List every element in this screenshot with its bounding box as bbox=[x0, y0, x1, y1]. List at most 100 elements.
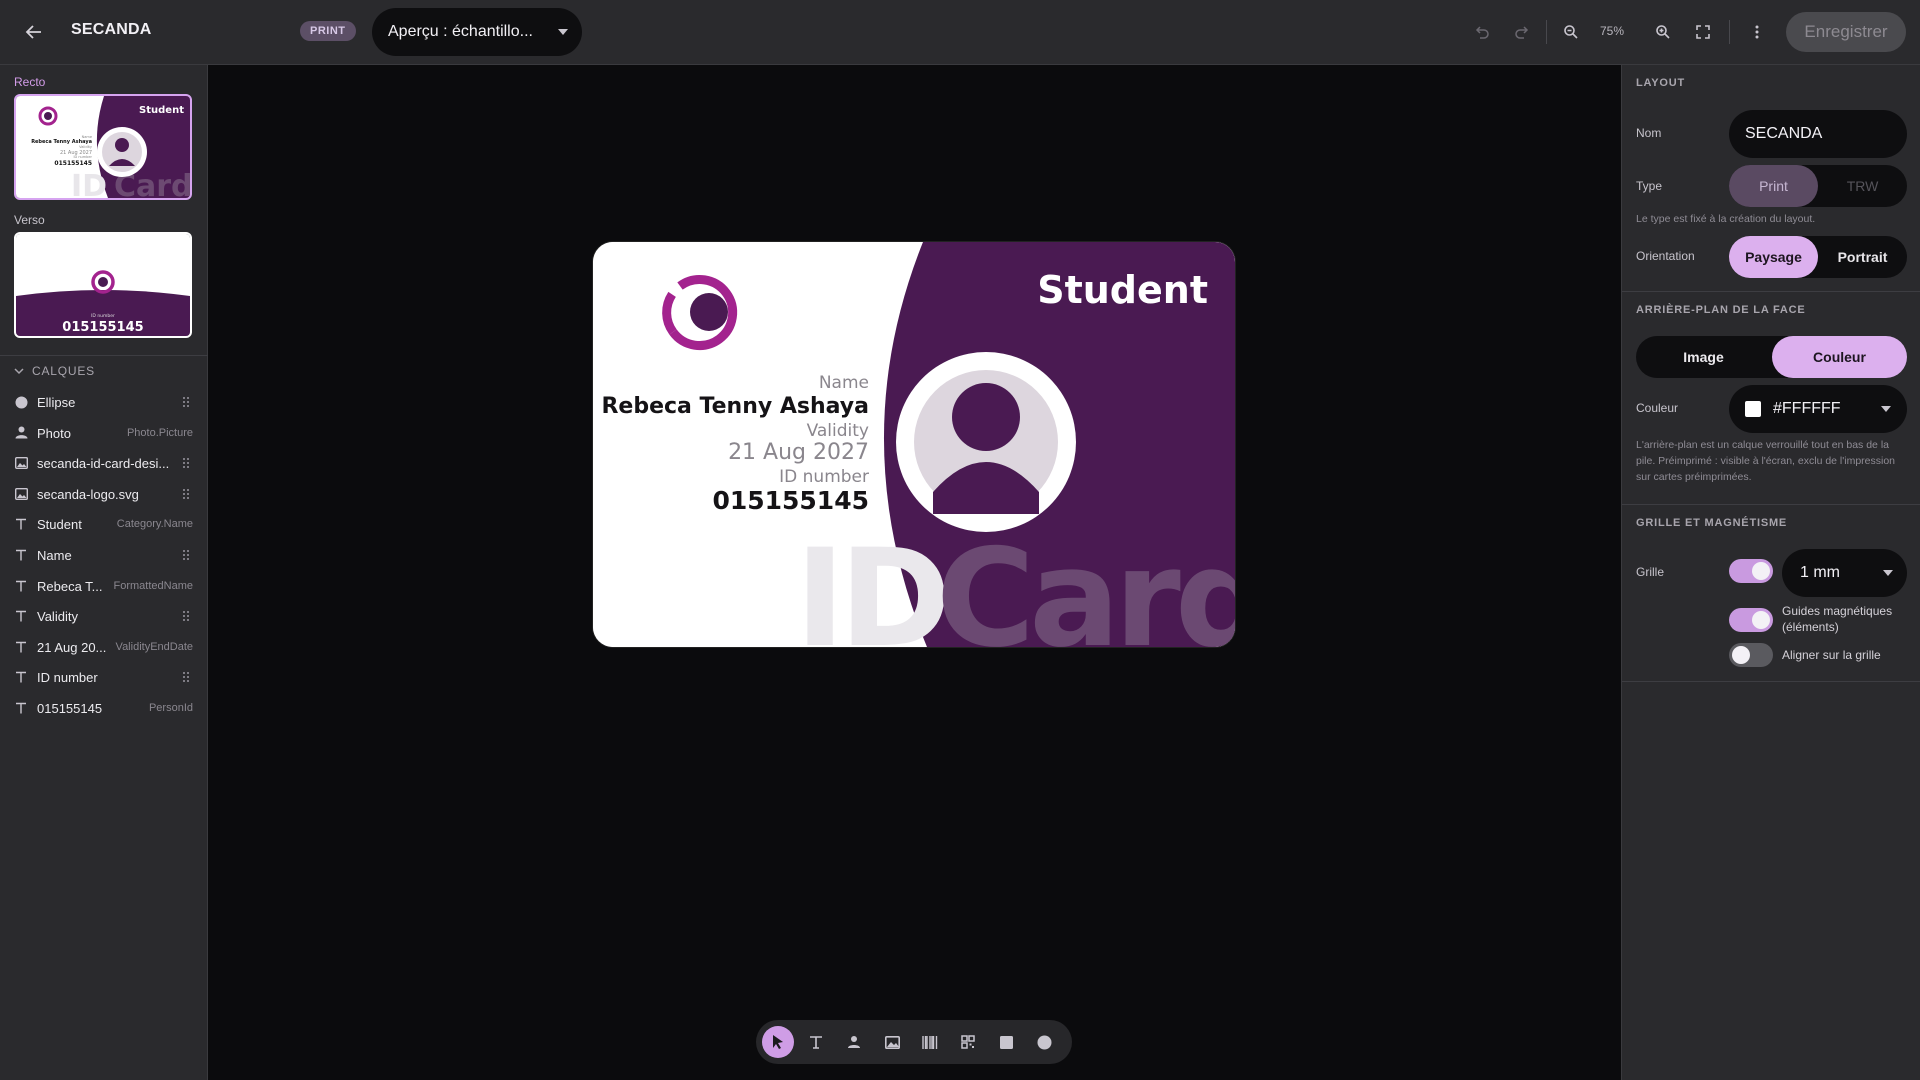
save-button[interactable]: Enregistrer bbox=[1786, 12, 1906, 52]
design-canvas[interactable]: ID Card Student Name Rebeca Tenny Ashaya… bbox=[209, 65, 1620, 1080]
svg-text:Student: Student bbox=[139, 105, 184, 116]
card-validity-value: 21 Aug 2027 bbox=[728, 440, 869, 465]
type-option-print[interactable]: Print bbox=[1729, 165, 1818, 207]
text-icon bbox=[14, 548, 28, 562]
back-face-label: Verso bbox=[14, 213, 45, 227]
redo-icon bbox=[1515, 26, 1529, 39]
svg-text:Validity: Validity bbox=[79, 145, 92, 149]
toggle-knob bbox=[1752, 611, 1770, 629]
undo-icon bbox=[1475, 26, 1489, 39]
background-color-select[interactable]: #FFFFFF bbox=[1729, 385, 1907, 433]
id-card-front[interactable]: ID Card Student Name Rebeca Tenny Ashaya… bbox=[593, 242, 1235, 647]
zoom-in-button[interactable] bbox=[1648, 17, 1678, 47]
drag-handle-icon[interactable] bbox=[182, 456, 190, 470]
zoom-out-icon bbox=[1564, 25, 1578, 39]
layer-binding: Category.Name bbox=[116, 518, 193, 531]
color-label: Couleur bbox=[1636, 401, 1679, 415]
text-tool[interactable] bbox=[800, 1026, 832, 1058]
type-badge: PRINT bbox=[300, 21, 356, 41]
text-icon bbox=[14, 517, 28, 531]
background-option-image[interactable]: Image bbox=[1636, 336, 1771, 378]
person-icon bbox=[14, 426, 28, 440]
layer-binding: ValidityEndDate bbox=[115, 640, 193, 653]
barcode-tool[interactable] bbox=[914, 1026, 946, 1058]
grid-label: Grille bbox=[1636, 565, 1665, 579]
layer-row[interactable]: Rebeca T... FormattedName bbox=[0, 571, 208, 601]
background-option-color[interactable]: Couleur bbox=[1772, 336, 1907, 378]
undo-button[interactable] bbox=[1467, 17, 1497, 47]
layer-row[interactable]: secanda-id-card-desi... bbox=[0, 448, 208, 478]
toggle-knob bbox=[1752, 562, 1770, 580]
layout-name-value: SECANDA bbox=[1745, 125, 1823, 142]
drag-handle-icon[interactable] bbox=[182, 487, 190, 501]
snap-grid-label: Aligner sur la grille bbox=[1782, 648, 1881, 662]
card-id-label: ID number bbox=[779, 467, 869, 487]
ellipse-tool[interactable] bbox=[1028, 1026, 1060, 1058]
toggle-knob bbox=[1732, 646, 1750, 664]
qrcode-tool[interactable] bbox=[952, 1026, 984, 1058]
text-icon bbox=[14, 670, 28, 684]
grid-size-value: 1 mm bbox=[1800, 564, 1840, 581]
front-face-thumbnail[interactable]: ID Card Student Name Rebeca Tenny Ashaya… bbox=[14, 94, 192, 200]
preview-sample-select[interactable]: Aperçu : échantillo... bbox=[372, 8, 582, 56]
snap-grid-toggle[interactable] bbox=[1729, 643, 1773, 667]
fit-screen-button[interactable] bbox=[1688, 17, 1718, 47]
layer-row[interactable]: secanda-logo.svg bbox=[0, 479, 208, 509]
layout-section-title: LAYOUT bbox=[1636, 77, 1686, 89]
orientation-option-landscape[interactable]: Paysage bbox=[1729, 236, 1818, 278]
rectangle-tool[interactable] bbox=[990, 1026, 1022, 1058]
text-icon bbox=[810, 1036, 822, 1049]
arrow-left-icon bbox=[25, 25, 41, 39]
drag-handle-icon[interactable] bbox=[182, 548, 190, 562]
person-head-icon bbox=[952, 383, 1020, 451]
card-name-label: Name bbox=[818, 373, 869, 393]
layer-name: Validity bbox=[37, 609, 78, 625]
drag-handle-icon[interactable] bbox=[182, 670, 190, 684]
drag-handle-icon[interactable] bbox=[182, 395, 190, 409]
watermark-card: Card bbox=[936, 520, 1235, 647]
type-label: Type bbox=[1636, 179, 1663, 193]
section-divider bbox=[1622, 681, 1920, 682]
rectangle-icon bbox=[999, 1035, 1013, 1049]
snap-guides-toggle[interactable] bbox=[1729, 608, 1773, 632]
orientation-option-portrait[interactable]: Portrait bbox=[1818, 236, 1907, 278]
card-validity-label: Validity bbox=[806, 421, 869, 441]
layer-row[interactable]: ID number bbox=[0, 662, 208, 692]
person-icon bbox=[848, 1036, 860, 1048]
section-divider bbox=[1622, 504, 1920, 505]
text-icon bbox=[14, 640, 28, 654]
layer-row[interactable]: Validity bbox=[0, 601, 208, 631]
grid-toggle[interactable] bbox=[1729, 559, 1773, 583]
layout-title: SECANDA bbox=[71, 21, 152, 38]
layer-name: Ellipse bbox=[37, 395, 76, 410]
layout-name-input[interactable]: SECANDA bbox=[1729, 110, 1907, 158]
layer-name: 015155145 bbox=[37, 701, 103, 716]
back-button[interactable] bbox=[18, 16, 50, 48]
layer-row[interactable]: 015155145 PersonId bbox=[0, 693, 208, 723]
layer-row[interactable]: Ellipse bbox=[0, 387, 208, 417]
layer-row[interactable]: 21 Aug 20... ValidityEndDate bbox=[0, 632, 208, 662]
layer-row[interactable]: Name bbox=[0, 540, 208, 570]
zoom-out-button[interactable] bbox=[1556, 17, 1586, 47]
orientation-segmented-control: Paysage Portrait bbox=[1729, 236, 1907, 278]
back-face-thumbnail[interactable]: ID number 015155145 bbox=[14, 232, 192, 338]
layer-name: 21 Aug 20... bbox=[37, 639, 107, 655]
circle-icon bbox=[1037, 1035, 1051, 1049]
layers-section-toggle[interactable]: CALQUES bbox=[14, 364, 95, 378]
photo-tool[interactable] bbox=[838, 1026, 870, 1058]
layer-row[interactable]: Student Category.Name bbox=[0, 509, 208, 539]
watermark-id: ID bbox=[795, 520, 945, 647]
redo-button[interactable] bbox=[1507, 17, 1537, 47]
properties-panel: LAYOUT Nom SECANDA Type Print TRW Le typ… bbox=[1621, 65, 1920, 1080]
grid-size-select[interactable]: 1 mm bbox=[1782, 549, 1907, 597]
type-option-trw[interactable]: TRW bbox=[1818, 165, 1907, 207]
preview-select-value: Aperçu : échantillo... bbox=[388, 23, 533, 40]
image-icon bbox=[884, 1035, 900, 1049]
more-options-button[interactable] bbox=[1742, 17, 1772, 47]
layers-header-label: CALQUES bbox=[32, 364, 95, 378]
drag-handle-icon[interactable] bbox=[182, 609, 190, 623]
layer-row[interactable]: Photo Photo.Picture bbox=[0, 418, 208, 448]
layer-name: Photo bbox=[37, 425, 71, 441]
select-tool[interactable] bbox=[762, 1026, 794, 1058]
image-tool[interactable] bbox=[876, 1026, 908, 1058]
